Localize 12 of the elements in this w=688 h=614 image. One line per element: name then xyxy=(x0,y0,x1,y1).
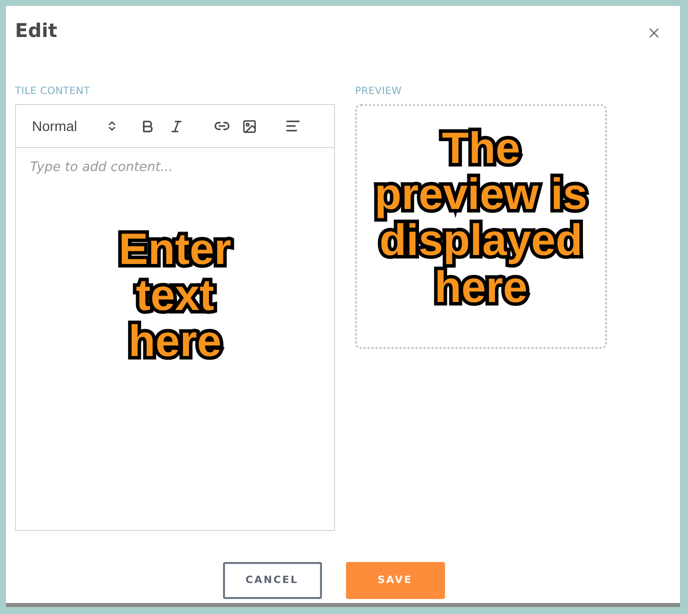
italic-button[interactable] xyxy=(169,118,184,134)
align-button[interactable] xyxy=(285,118,301,134)
sort-arrows-icon xyxy=(106,120,118,132)
annotation-text: The preview is displayed here xyxy=(374,126,588,314)
cancel-button[interactable]: CANCEL xyxy=(222,562,322,599)
section-label: PREVIEW xyxy=(355,86,403,97)
annotation-text: Enter text here xyxy=(118,227,232,366)
format-select[interactable]: Normal xyxy=(32,118,118,134)
dialog-title: Edit xyxy=(15,20,58,42)
bold-button[interactable] xyxy=(140,118,155,134)
section-label: TILE CONTENT xyxy=(15,86,91,97)
image-button[interactable] xyxy=(242,118,257,134)
